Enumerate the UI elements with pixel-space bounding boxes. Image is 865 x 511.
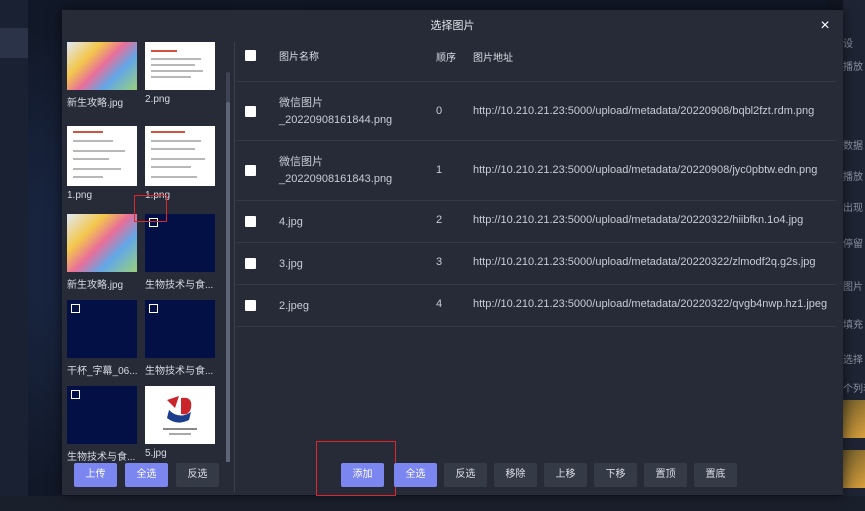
move-to-bottom-button[interactable]: 置底 — [694, 463, 737, 487]
header-name: 图片名称 — [279, 52, 319, 63]
gallery-caption: 2.png — [145, 94, 171, 105]
right-panel-label: 填充 — [843, 320, 863, 331]
row-image-url: http://10.210.21.23:5000/upload/metadata… — [473, 164, 818, 176]
dialog-title: 选择图片 — [430, 20, 475, 32]
header-select-all-checkbox[interactable] — [245, 50, 256, 61]
row-image-name: 3.jpg — [279, 258, 303, 270]
close-icon[interactable]: × — [814, 15, 836, 37]
gallery-tile[interactable]: 生物技术与食... — [67, 386, 139, 462]
gallery-tile[interactable]: 5.jpg — [145, 386, 217, 459]
row-image-url: http://10.210.21.23:5000/upload/metadata… — [473, 298, 828, 310]
row-order: 2 — [436, 214, 443, 226]
right-panel-label: 播放 — [843, 62, 863, 73]
gallery-thumbnail — [145, 300, 215, 358]
gallery-caption: 生物技术与食... — [67, 452, 136, 462]
gallery-invert-button[interactable]: 反选 — [176, 463, 219, 487]
gallery-caption: 生物技术与食... — [145, 280, 214, 291]
background-left-toolbar — [0, 0, 28, 511]
row-checkbox[interactable] — [245, 300, 256, 311]
gallery-select-all-button[interactable]: 全选 — [125, 463, 168, 487]
row-image-name: 2.jpeg — [279, 300, 309, 312]
table-row[interactable]: 微信图片_20220908161844.png 0 http://10.210.… — [236, 82, 836, 141]
gallery-tile[interactable]: 生物技术与食... — [145, 300, 217, 377]
gallery-scrollbar-thumb[interactable] — [226, 102, 230, 462]
row-image-url: http://10.210.21.23:5000/upload/metadata… — [473, 214, 804, 226]
right-panel-label: 个列表 — [843, 384, 865, 395]
move-down-button[interactable]: 下移 — [594, 463, 637, 487]
gallery-thumbnail — [145, 386, 215, 444]
left-toolbar-tab[interactable] — [0, 28, 28, 58]
select-image-dialog: 选择图片 × 新生攻略.jpg 2.png 1.png 1.png 新生攻略.j… — [62, 10, 843, 496]
table-header: 图片名称 顺序 图片地址 — [236, 42, 836, 82]
gallery-thumbnail — [145, 42, 215, 90]
row-order: 0 — [436, 105, 443, 117]
gallery-thumbnail — [67, 214, 137, 272]
panel-divider — [234, 42, 235, 492]
right-panel-label: 图片 — [843, 282, 863, 293]
row-checkbox[interactable] — [245, 106, 256, 117]
right-panel-thumbnail[interactable] — [843, 400, 865, 438]
gallery-thumbnail — [67, 386, 137, 444]
table-row[interactable]: 2.jpeg 4 http://10.210.21.23:5000/upload… — [236, 285, 836, 327]
highlight-box — [134, 195, 167, 222]
header-order: 顺序 — [436, 53, 456, 64]
table-row[interactable]: 微信图片_20220908161843.png 1 http://10.210.… — [236, 141, 836, 201]
row-image-name: 4.jpg — [279, 216, 303, 228]
right-panel-thumbnail[interactable] — [843, 450, 865, 488]
move-up-button[interactable]: 上移 — [544, 463, 587, 487]
gallery-thumbnail — [145, 214, 215, 272]
gallery-scrollbar[interactable] — [226, 72, 230, 462]
gallery-tile[interactable]: 生物技术与食... — [145, 214, 217, 291]
right-panel-label: 设 — [843, 39, 853, 50]
remove-button[interactable]: 移除 — [494, 463, 537, 487]
table-row[interactable]: 3.jpg 3 http://10.210.21.23:5000/upload/… — [236, 243, 836, 285]
upload-button[interactable]: 上传 — [74, 463, 117, 487]
row-image-url: http://10.210.21.23:5000/upload/metadata… — [473, 105, 815, 117]
right-panel-label: 出现 — [843, 203, 863, 214]
row-image-name: 微信图片_20220908161843.png — [279, 156, 393, 185]
right-panel-label: 播放 — [843, 172, 863, 183]
right-panel-label: 选择 — [843, 355, 863, 366]
row-image-url: http://10.210.21.23:5000/upload/metadata… — [473, 256, 816, 268]
right-panel-label: 停留 — [843, 239, 863, 250]
header-url: 图片地址 — [473, 53, 513, 64]
gallery-tile[interactable]: 干杯_字幕_06... — [67, 300, 139, 377]
select-all-button[interactable]: 全选 — [394, 463, 437, 487]
row-checkbox[interactable] — [245, 216, 256, 227]
row-order: 4 — [436, 298, 443, 310]
image-gallery: 新生攻略.jpg 2.png 1.png 1.png 新生攻略.jpg 生物技术… — [62, 42, 232, 462]
invert-selection-button[interactable]: 反选 — [444, 463, 487, 487]
gallery-caption: 新生攻略.jpg — [67, 98, 124, 109]
gallery-caption: 5.jpg — [145, 448, 167, 459]
gallery-tile[interactable]: 新生攻略.jpg — [67, 214, 139, 291]
background-bottom-bar — [0, 496, 865, 511]
gallery-thumbnail — [67, 300, 137, 358]
gallery-caption: 干杯_字幕_06... — [67, 366, 138, 377]
row-image-name: 微信图片_20220908161844.png — [279, 97, 393, 126]
gallery-tile[interactable]: 2.png — [145, 42, 217, 105]
gallery-thumbnail — [67, 126, 137, 186]
table-row[interactable]: 4.jpg 2 http://10.210.21.23:5000/upload/… — [236, 201, 836, 243]
background-right-panel: 设 播放 数据 播放 出现 停留 图片 填充 选择 个列表 — [843, 0, 865, 511]
gallery-tile[interactable]: 1.png — [145, 126, 217, 201]
gallery-caption: 生物技术与食... — [145, 366, 214, 377]
gallery-item-checkbox[interactable] — [71, 304, 80, 313]
gallery-tile[interactable]: 新生攻略.jpg — [67, 42, 139, 109]
gallery-thumbnail — [67, 42, 137, 90]
row-order: 1 — [436, 164, 443, 176]
right-panel-label: 数据 — [843, 141, 863, 152]
move-to-top-button[interactable]: 置顶 — [644, 463, 687, 487]
row-checkbox[interactable] — [245, 165, 256, 176]
gallery-caption: 新生攻略.jpg — [67, 280, 124, 291]
gallery-tile[interactable]: 1.png — [67, 126, 139, 201]
gallery-item-checkbox[interactable] — [71, 390, 80, 399]
gallery-thumbnail — [145, 126, 215, 186]
gallery-caption: 1.png — [67, 190, 93, 201]
anniversary-logo-icon — [163, 396, 197, 435]
gallery-item-checkbox[interactable] — [149, 304, 158, 313]
row-order: 3 — [436, 256, 443, 268]
row-checkbox[interactable] — [245, 258, 256, 269]
add-button[interactable]: 添加 — [341, 463, 384, 487]
